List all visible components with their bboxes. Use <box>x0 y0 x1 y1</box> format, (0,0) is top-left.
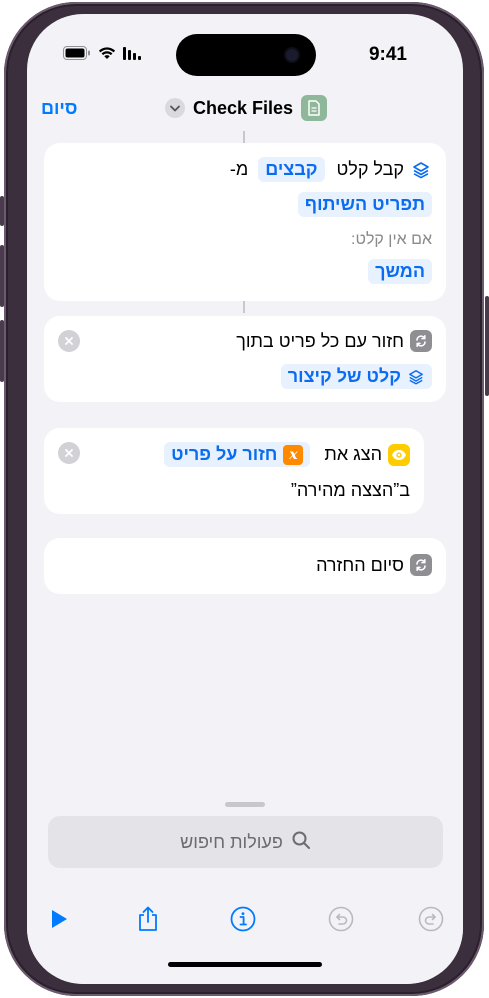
sheet-grabber[interactable] <box>225 802 265 807</box>
status-time: 9:41 <box>368 44 407 65</box>
repeat-label: חזור עם כל פריט בתוך <box>236 330 404 351</box>
receive-input-row: קבל קלט קבצים מ- <box>230 157 432 182</box>
dynamic-island <box>176 34 316 76</box>
if-no-input-label: אם אין קלט: <box>351 231 432 248</box>
search-actions-field[interactable]: פעולות חיפוש <box>48 816 443 868</box>
repeat-input-row: קלט של קיצור <box>280 364 432 389</box>
quick-look-action[interactable]: הצג את x חזור על פריט ב”הצצה מהירה” <box>44 428 424 514</box>
redo-icon[interactable] <box>413 901 449 937</box>
volume-down-button <box>0 320 4 382</box>
quick-look-suffix: ב”הצצה מהירה” <box>290 480 410 500</box>
variable-icon: x <box>283 444 304 465</box>
navigation-bar: סיום Check Files <box>27 84 463 134</box>
input-types-token[interactable]: קבצים <box>258 157 325 182</box>
cellular-signal-icon <box>123 46 141 65</box>
document-icon[interactable] <box>301 95 328 121</box>
flow-connector <box>243 301 245 313</box>
shortcut-title-menu[interactable]: Check Files <box>165 95 328 121</box>
eye-icon <box>388 443 410 466</box>
share-sheet-token[interactable]: תפריט השיתוף <box>297 192 432 217</box>
repeat-row: חזור עם כל פריט בתוך <box>236 330 432 352</box>
receive-input-label: קבל קלט <box>336 159 404 179</box>
shortcut-title[interactable]: Check Files <box>193 98 293 119</box>
repeat-with-each-action[interactable]: חזור עם כל פריט בתוך קלט של קיצור <box>44 316 446 402</box>
quick-look-row: הצג את x חזור על פריט <box>164 442 410 467</box>
flow-connector <box>243 131 245 143</box>
repeat-icon <box>410 554 432 576</box>
action-search-sheet: פעולות חיפוש <box>27 794 463 984</box>
volume-up-button <box>0 245 4 307</box>
continue-token[interactable]: המשך <box>368 259 432 284</box>
shortcuts-layers-icon <box>410 159 432 181</box>
from-label: מ- <box>229 159 249 179</box>
remove-action-icon[interactable] <box>58 330 80 352</box>
repeat-icon <box>410 330 432 352</box>
remove-action-icon[interactable] <box>58 442 80 464</box>
show-label: הצג את <box>324 444 382 464</box>
status-bar: 9:41 <box>27 14 463 84</box>
search-placeholder: פעולות חיפוש <box>180 831 283 852</box>
shortcut-input-token[interactable]: קלט של קיצור <box>280 364 432 389</box>
action-button <box>0 196 4 226</box>
end-repeat-label: סיום החזרה <box>316 554 404 575</box>
bottom-toolbar <box>27 901 463 941</box>
fallback-row: המשך <box>368 259 432 284</box>
undo-icon[interactable] <box>323 901 359 937</box>
share-icon[interactable] <box>130 901 166 937</box>
camera-icon <box>286 49 298 61</box>
side-button <box>485 296 489 396</box>
repeat-item-label: חזור על פריט <box>171 444 278 464</box>
play-icon[interactable] <box>41 901 77 937</box>
quick-look-suffix-row: ב”הצצה מהירה” <box>291 480 410 501</box>
end-repeat-row: סיום החזרה <box>316 554 432 576</box>
end-repeat-action[interactable]: סיום החזרה <box>44 538 446 594</box>
home-indicator[interactable] <box>168 962 322 967</box>
screen: 9:41 סיום Check Files קבל קלט קבצים מ- ת… <box>27 14 463 984</box>
status-icons <box>63 46 141 65</box>
shortcut-input-label: קלט של קיצור <box>287 366 401 386</box>
repeat-item-token[interactable]: x חזור על פריט <box>164 442 311 467</box>
battery-icon <box>63 46 91 65</box>
search-icon <box>291 830 311 855</box>
done-button[interactable]: סיום <box>41 98 77 119</box>
receive-input-action[interactable]: קבל קלט קבצים מ- תפריט השיתוף אם אין קלט… <box>44 143 446 301</box>
source-row: תפריט השיתוף <box>297 192 432 217</box>
wifi-icon <box>98 46 116 65</box>
shortcuts-layers-icon <box>407 368 425 386</box>
info-icon[interactable] <box>225 901 261 937</box>
chevron-down-icon[interactable] <box>165 98 185 118</box>
